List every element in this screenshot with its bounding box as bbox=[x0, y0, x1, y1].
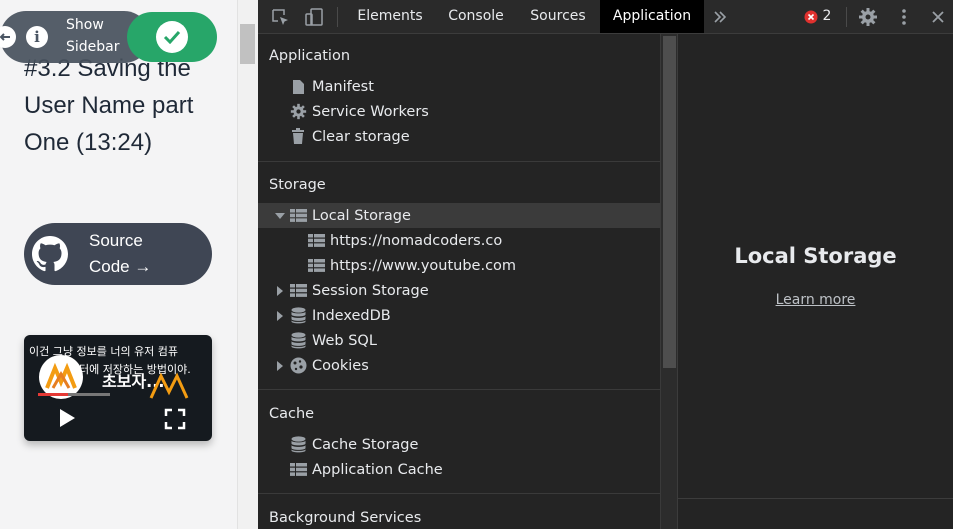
page-scrollbar[interactable] bbox=[237, 0, 258, 529]
error-icon[interactable] bbox=[802, 5, 820, 29]
tree-item-label: Cookies bbox=[312, 357, 369, 374]
tree-item-manifest[interactable]: Manifest bbox=[258, 74, 660, 99]
database-icon bbox=[288, 436, 308, 454]
tree-item-cookies[interactable]: Cookies bbox=[258, 353, 660, 378]
trash-icon bbox=[288, 128, 308, 146]
section-divider bbox=[258, 389, 660, 390]
tree-item-cache-storage[interactable]: Cache Storage bbox=[258, 432, 660, 457]
tree-item-clear-storage[interactable]: Clear storage bbox=[258, 124, 660, 149]
source-code-label: Source Code → bbox=[89, 231, 152, 276]
page-scrollbar-thumb[interactable] bbox=[240, 24, 255, 64]
tree-item-label: Manifest bbox=[312, 78, 374, 95]
section-title-storage: Storage bbox=[269, 177, 326, 193]
more-tabs-icon[interactable] bbox=[708, 5, 732, 29]
toolbar-divider bbox=[337, 7, 338, 27]
info-icon: i bbox=[26, 26, 48, 48]
tab-application[interactable]: Application bbox=[600, 0, 704, 33]
section-title-background-services: Background Services bbox=[269, 510, 422, 526]
tree-item-application-cache[interactable]: Application Cache bbox=[258, 457, 660, 482]
tree-item-label: Clear storage bbox=[312, 128, 410, 145]
play-icon[interactable] bbox=[58, 408, 76, 432]
tree-item-label: https://nomadcoders.co bbox=[330, 232, 503, 249]
chevron-right-icon[interactable] bbox=[274, 310, 286, 322]
table-icon bbox=[288, 207, 308, 225]
toolbar-divider bbox=[846, 7, 847, 27]
tree-item-label: Service Workers bbox=[312, 103, 429, 120]
section-title-application: Application bbox=[269, 48, 351, 64]
cookie-icon bbox=[288, 357, 308, 375]
section-divider bbox=[258, 493, 660, 494]
tree-item-label: Local Storage bbox=[312, 207, 411, 224]
source-code-button[interactable]: Source Code → bbox=[24, 223, 212, 285]
panel-footer bbox=[678, 498, 953, 529]
close-icon[interactable] bbox=[926, 5, 950, 29]
panel-title: Local Storage bbox=[734, 244, 897, 268]
tree-item-label: Cache Storage bbox=[312, 436, 419, 453]
section-title-cache: Cache bbox=[269, 406, 315, 422]
tree-item-label: IndexedDB bbox=[312, 307, 391, 324]
tab-sources[interactable]: Sources bbox=[520, 0, 596, 33]
table-icon bbox=[288, 282, 308, 300]
section-divider bbox=[258, 161, 660, 162]
tree-item-origin-nomadcoders[interactable]: https://nomadcoders.co bbox=[258, 228, 660, 253]
table-icon bbox=[306, 232, 326, 250]
tree-item-label: Session Storage bbox=[312, 282, 429, 299]
devtools-panel: Elements Console Sources Application 2 A… bbox=[258, 0, 953, 529]
database-icon bbox=[288, 307, 308, 325]
mark-complete-button[interactable] bbox=[127, 12, 217, 62]
chevron-down-icon[interactable] bbox=[274, 210, 286, 222]
video-caption: 이건 그냥 정보를 너의 유저 컴퓨 bbox=[29, 345, 179, 358]
course-page: #3.2 Saving the User Name part One (13:2… bbox=[0, 0, 237, 529]
video-progress[interactable] bbox=[38, 393, 110, 396]
tab-elements[interactable]: Elements bbox=[347, 0, 433, 33]
device-toolbar-icon[interactable] bbox=[302, 5, 326, 29]
tree-item-service-workers[interactable]: Service Workers bbox=[258, 99, 660, 124]
lesson-title: #3.2 Saving the User Name part One (13:2… bbox=[24, 55, 194, 156]
show-sidebar-label: Show Sidebar bbox=[66, 17, 120, 55]
tree-item-indexeddb[interactable]: IndexedDB bbox=[258, 303, 660, 328]
settings-gear-icon[interactable] bbox=[856, 5, 880, 29]
tree-item-local-storage[interactable]: Local Storage bbox=[258, 203, 660, 228]
error-count[interactable]: 2 bbox=[820, 0, 834, 33]
chevron-right-icon[interactable] bbox=[274, 360, 286, 372]
video-thumbnail[interactable]: 이건 그냥 정보를 너의 유저 컴퓨 터에 저장하는 방법이야. 초보자... bbox=[24, 335, 212, 441]
tree-item-label: Web SQL bbox=[312, 332, 377, 349]
fullscreen-icon[interactable] bbox=[164, 408, 186, 434]
tree-item-session-storage[interactable]: Session Storage bbox=[258, 278, 660, 303]
sidebar-scrollbar[interactable] bbox=[660, 34, 677, 529]
sidebar-scrollbar-thumb[interactable] bbox=[663, 36, 676, 368]
github-icon bbox=[30, 234, 70, 274]
gear-icon bbox=[288, 103, 308, 121]
application-sidebar: Application Manifest Service Workers Cle… bbox=[258, 34, 660, 529]
tab-console[interactable]: Console bbox=[438, 0, 514, 33]
local-storage-panel: Local Storage Learn more bbox=[678, 34, 953, 499]
devtools-toolbar: Elements Console Sources Application 2 bbox=[258, 0, 953, 34]
learn-more-link[interactable]: Learn more bbox=[678, 292, 953, 308]
file-icon bbox=[288, 78, 308, 96]
kebab-menu-icon[interactable] bbox=[892, 5, 916, 29]
tree-item-label: https://www.youtube.com bbox=[330, 257, 517, 274]
table-icon bbox=[288, 461, 308, 479]
database-icon bbox=[288, 332, 308, 350]
tree-item-label: Application Cache bbox=[312, 461, 443, 478]
thumbnail-art-icon bbox=[149, 370, 189, 404]
tree-item-web-sql[interactable]: Web SQL bbox=[258, 328, 660, 353]
tree-item-origin-youtube[interactable]: https://www.youtube.com bbox=[258, 253, 660, 278]
chevron-right-icon[interactable] bbox=[274, 285, 286, 297]
inspect-element-icon[interactable] bbox=[268, 5, 292, 29]
table-icon bbox=[306, 257, 326, 275]
check-icon bbox=[156, 21, 188, 53]
